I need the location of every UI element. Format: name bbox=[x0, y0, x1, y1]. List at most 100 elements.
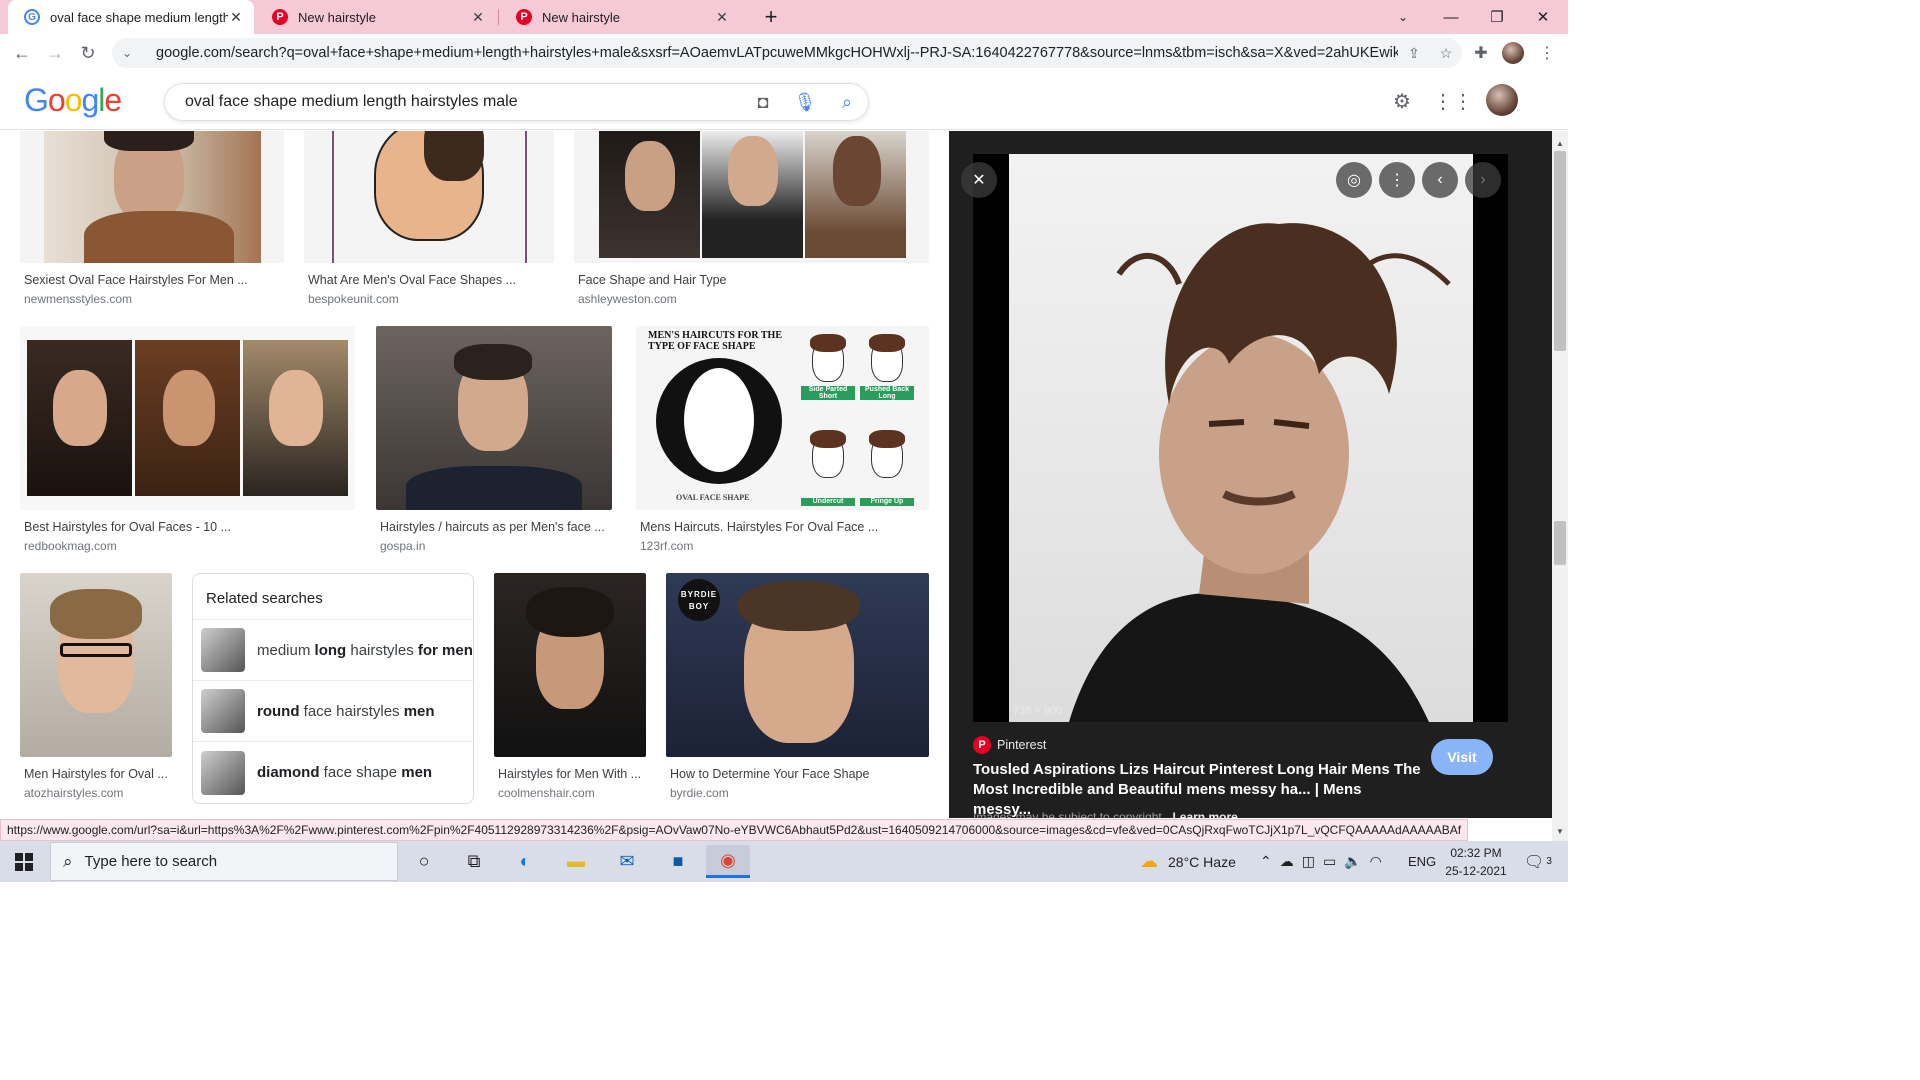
lens-search-icon[interactable]: ◎ bbox=[1336, 162, 1372, 198]
previous-image-icon[interactable]: ‹ bbox=[1422, 162, 1458, 198]
tab-google-search[interactable]: G oval face shape medium length h ✕ bbox=[8, 0, 254, 34]
result-card[interactable]: Best Hairstyles for Oval Faces - 10 ... … bbox=[20, 326, 355, 556]
address-bar[interactable]: ⌄ google.com/search?q=oval+face+shape+me… bbox=[112, 38, 1462, 68]
preview-image[interactable] bbox=[1009, 154, 1473, 722]
extensions-puzzle-icon[interactable]: ✚ bbox=[1466, 38, 1496, 68]
result-title[interactable]: Mens Haircuts. Hairstyles For Oval Face … bbox=[640, 520, 878, 534]
result-image[interactable] bbox=[20, 131, 284, 263]
profile-avatar[interactable] bbox=[1502, 42, 1524, 64]
taskbar-search-box[interactable]: ⌕ Type here to search bbox=[50, 842, 398, 881]
scroll-down-arrow-icon[interactable]: ▼ bbox=[1556, 827, 1564, 836]
result-source[interactable]: atozhairstyles.com bbox=[24, 786, 123, 800]
result-source[interactable]: bespokeunit.com bbox=[308, 292, 399, 306]
reload-button[interactable]: ↻ bbox=[73, 38, 103, 68]
edge-browser-icon[interactable]: ◐ bbox=[503, 845, 547, 878]
close-tab-icon[interactable]: ✕ bbox=[470, 9, 486, 26]
result-title[interactable]: Best Hairstyles for Oval Faces - 10 ... bbox=[24, 520, 231, 534]
close-window-button[interactable]: ✕ bbox=[1520, 0, 1566, 34]
chrome-icon[interactable]: ◉ bbox=[706, 845, 750, 878]
gear-icon[interactable]: ⚙ bbox=[1389, 88, 1415, 114]
close-tab-icon[interactable]: ✕ bbox=[714, 9, 730, 26]
result-title[interactable]: Men Hairstyles for Oval ... bbox=[24, 767, 168, 781]
new-tab-button[interactable]: + bbox=[748, 0, 794, 34]
result-title[interactable]: What Are Men's Oval Face Shapes ... bbox=[308, 273, 516, 287]
result-source[interactable]: ashleyweston.com bbox=[578, 292, 677, 306]
more-options-icon[interactable]: ⋮ bbox=[1379, 162, 1415, 198]
bookmark-star-icon[interactable]: ☆ bbox=[1430, 45, 1462, 62]
notifications-icon[interactable]: 🗨 3 bbox=[1524, 841, 1552, 882]
result-source[interactable]: newmensstyles.com bbox=[24, 292, 132, 306]
show-hidden-icons-icon[interactable]: ⌃ bbox=[1260, 853, 1272, 870]
site-info-icon[interactable]: ⌄ bbox=[122, 46, 142, 60]
microphone-icon[interactable]: 🎙 bbox=[784, 92, 826, 113]
chrome-menu-icon[interactable]: ⋮ bbox=[1532, 38, 1562, 68]
dell-app-icon[interactable]: ■ bbox=[656, 845, 700, 878]
network-icon[interactable]: ◫ bbox=[1302, 853, 1315, 870]
clock[interactable]: 02:32 PM 25-12-2021 bbox=[1440, 841, 1512, 882]
result-card[interactable]: BYRDIE BOY How to Determine Your Face Sha… bbox=[666, 573, 929, 803]
language-indicator[interactable]: ENG bbox=[1408, 841, 1436, 882]
result-title[interactable]: Face Shape and Hair Type bbox=[578, 273, 726, 287]
result-card[interactable]: MEN'S HAIRCUTS FOR THE TYPE OF FACE SHAP… bbox=[636, 326, 929, 556]
result-title[interactable]: Sexiest Oval Face Hairstyles For Men ... bbox=[24, 273, 248, 287]
result-image[interactable] bbox=[20, 326, 355, 510]
cortana-icon[interactable]: ○ bbox=[402, 845, 446, 878]
learn-more-link[interactable]: Learn more bbox=[1172, 810, 1237, 818]
result-card[interactable]: Hairstyles for Men With ... coolmenshair… bbox=[494, 573, 646, 803]
minimize-button[interactable]: — bbox=[1428, 0, 1474, 34]
weather-widget[interactable]: ☁ 28°C Haze bbox=[1140, 841, 1236, 882]
onedrive-icon[interactable]: ☁ bbox=[1280, 853, 1294, 870]
preview-source[interactable]: P Pinterest bbox=[973, 736, 1046, 754]
related-search-item[interactable]: diamond face shape men bbox=[193, 742, 473, 803]
google-logo[interactable]: Google bbox=[24, 82, 122, 119]
forward-button[interactable]: → bbox=[40, 38, 70, 68]
preview-scroll-thumb[interactable] bbox=[1554, 151, 1566, 351]
search-icon[interactable]: ⌕ bbox=[826, 92, 868, 113]
result-image[interactable] bbox=[376, 326, 612, 510]
related-search-item[interactable]: round face hairstyles men bbox=[193, 681, 473, 742]
restore-button[interactable]: ❐ bbox=[1474, 0, 1520, 34]
windows-start-button[interactable] bbox=[0, 841, 48, 882]
result-source[interactable]: gospa.in bbox=[380, 539, 425, 553]
account-avatar[interactable] bbox=[1486, 84, 1518, 116]
result-source[interactable]: coolmenshair.com bbox=[498, 786, 595, 800]
result-source[interactable]: 123rf.com bbox=[640, 539, 693, 553]
result-image[interactable]: MEN'S HAIRCUTS FOR THE TYPE OF FACE SHAP… bbox=[636, 326, 929, 510]
result-image[interactable] bbox=[20, 573, 172, 757]
volume-icon[interactable]: 🔈 bbox=[1344, 853, 1361, 870]
close-icon[interactable]: ✕ bbox=[961, 162, 997, 198]
result-card[interactable]: Men Hairstyles for Oval ... atozhairstyl… bbox=[20, 573, 172, 803]
result-title[interactable]: Hairstyles / haircuts as per Men's face … bbox=[380, 520, 605, 534]
battery-icon[interactable]: ▭ bbox=[1323, 853, 1336, 870]
tab-pinterest-2[interactable]: P New hairstyle ✕ bbox=[500, 0, 740, 34]
back-button[interactable]: ← bbox=[7, 38, 37, 68]
result-image[interactable] bbox=[574, 131, 929, 263]
related-search-item[interactable]: medium long hairstyles for men bbox=[193, 620, 473, 681]
mail-icon[interactable]: ✉ bbox=[605, 845, 649, 878]
page-scrollbar[interactable]: ▲ ▼ bbox=[1552, 131, 1568, 841]
wifi-icon[interactable]: ◠ bbox=[1370, 853, 1382, 870]
result-source[interactable]: redbookmag.com bbox=[24, 539, 117, 553]
task-view-icon[interactable]: ⧉ bbox=[452, 845, 496, 878]
apps-grid-icon[interactable]: ⋮⋮ bbox=[1433, 88, 1473, 114]
result-title[interactable]: How to Determine Your Face Shape bbox=[670, 767, 869, 781]
result-card[interactable]: What Are Men's Oval Face Shapes ... besp… bbox=[304, 131, 554, 311]
result-source[interactable]: byrdie.com bbox=[670, 786, 729, 800]
tab-pinterest-1[interactable]: P New hairstyle ✕ bbox=[256, 0, 496, 34]
search-input[interactable]: oval face shape medium length hairstyles… bbox=[185, 93, 742, 111]
next-image-icon[interactable]: › bbox=[1465, 162, 1501, 198]
close-tab-icon[interactable]: ✕ bbox=[228, 9, 244, 26]
visit-button[interactable]: Visit bbox=[1431, 739, 1493, 775]
tab-search-button[interactable]: ⌄ bbox=[1380, 0, 1426, 34]
result-card[interactable]: Sexiest Oval Face Hairstyles For Men ...… bbox=[20, 131, 284, 311]
result-card[interactable]: Face Shape and Hair Type ashleyweston.co… bbox=[574, 131, 929, 311]
search-box[interactable]: oval face shape medium length hairstyles… bbox=[164, 83, 869, 121]
camera-icon[interactable]: ◘ bbox=[742, 92, 784, 113]
scroll-up-arrow-icon[interactable]: ▲ bbox=[1556, 139, 1564, 148]
result-image[interactable] bbox=[304, 131, 554, 263]
result-image[interactable] bbox=[494, 573, 646, 757]
result-title[interactable]: Hairstyles for Men With ... bbox=[498, 767, 641, 781]
file-explorer-icon[interactable]: ▬ bbox=[554, 845, 598, 878]
page-scroll-thumb[interactable] bbox=[1554, 521, 1566, 565]
result-image[interactable]: BYRDIE BOY bbox=[666, 573, 929, 757]
